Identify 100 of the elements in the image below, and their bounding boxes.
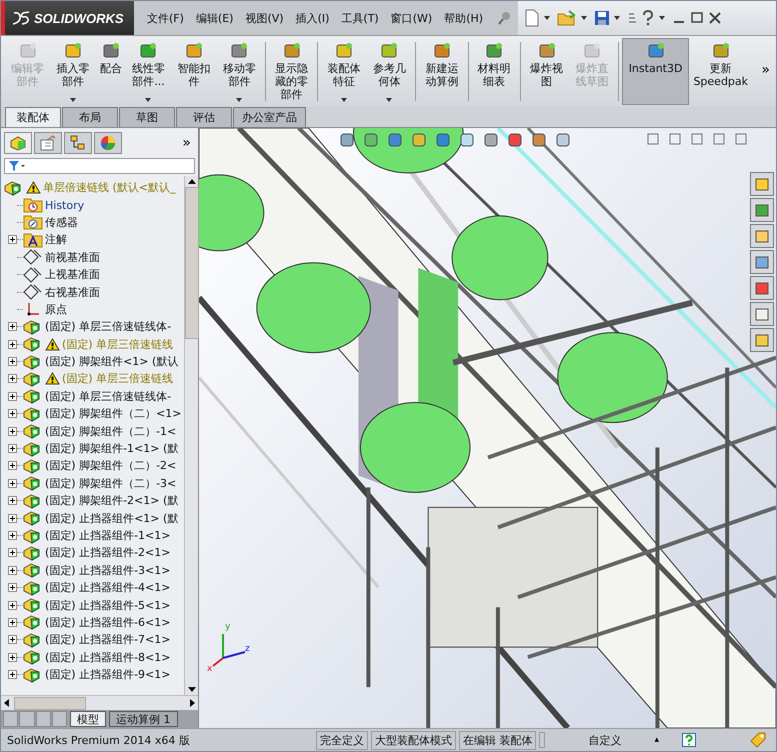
menu-item[interactable]: 文件(F) xyxy=(142,10,189,26)
expand-icon[interactable] xyxy=(8,566,17,575)
toolbar-button[interactable]: 移动零部件 xyxy=(216,38,262,105)
tree-item[interactable]: (固定) 脚架组件（二）-2< xyxy=(45,458,176,474)
scroll-left-icon[interactable] xyxy=(4,699,9,707)
caret-icon[interactable] xyxy=(70,98,76,102)
tab[interactable]: 办公室产品 xyxy=(233,107,306,127)
expand-icon[interactable] xyxy=(8,374,17,384)
tree-item[interactable]: (固定) 单层三倍速链线 xyxy=(62,371,174,386)
menu-item[interactable]: 视图(V) xyxy=(240,10,289,26)
help-icon[interactable] xyxy=(641,10,656,26)
scroll-right-icon[interactable] xyxy=(190,699,195,707)
expand-icon[interactable] xyxy=(8,618,17,627)
caret-icon[interactable] xyxy=(145,98,152,102)
expand-icon[interactable] xyxy=(8,409,17,418)
caret-icon[interactable] xyxy=(544,16,550,20)
filter-bar[interactable] xyxy=(4,158,195,174)
tree-item[interactable]: (固定) 止挡器组件-4<1> xyxy=(45,580,170,596)
toolbar-button[interactable]: 更新 Speedpak xyxy=(689,38,752,105)
tree-item[interactable]: (固定) 脚架组件<1> (默认 xyxy=(45,354,178,370)
tree-item[interactable]: (固定) 止挡器组件<1> (默 xyxy=(45,510,178,526)
property-manager-tab[interactable] xyxy=(34,132,62,154)
pin-icon[interactable] xyxy=(496,10,512,26)
tab[interactable]: 草图 xyxy=(119,107,175,127)
tree-item[interactable]: (固定) 止挡器组件-2<1> xyxy=(45,545,170,560)
expand-icon[interactable] xyxy=(8,496,17,506)
toolbar-button[interactable]: 智能扣件 xyxy=(171,38,217,105)
caret-icon[interactable] xyxy=(386,98,392,102)
tree-item[interactable]: (固定) 脚架组件（二）<1> xyxy=(45,406,182,422)
horizontal-scrollbar[interactable] xyxy=(1,695,198,710)
graphics-area[interactable]: x y z xyxy=(199,128,776,728)
expand-icon[interactable] xyxy=(8,444,17,454)
task-pane-tab[interactable] xyxy=(750,198,774,222)
expand-icon[interactable] xyxy=(8,635,17,644)
clipboard-icon[interactable] xyxy=(39,135,57,151)
configuration-manager-tab[interactable] xyxy=(64,132,92,154)
expand-icon[interactable] xyxy=(8,235,17,244)
tree-item[interactable]: 前视基准面 xyxy=(45,250,100,265)
tree-item[interactable]: (固定) 止挡器组件-5<1> xyxy=(45,598,170,613)
tree-item[interactable]: (固定) 止挡器组件-6<1> xyxy=(45,614,170,630)
scroll-down-icon[interactable] xyxy=(188,687,196,692)
filter-icon[interactable] xyxy=(8,160,26,172)
appearance-tab[interactable] xyxy=(94,132,122,154)
tree-item[interactable]: (固定) 脚架组件-1<1> (默 xyxy=(45,441,178,456)
expand-icon[interactable] xyxy=(8,478,17,488)
scroll-up-icon[interactable] xyxy=(188,179,196,184)
save-icon[interactable] xyxy=(594,10,610,26)
help-icon[interactable] xyxy=(682,733,696,747)
toolbar-button[interactable]: 爆炸视图 xyxy=(524,38,570,105)
task-pane-tab[interactable] xyxy=(750,250,774,274)
tag-icon[interactable] xyxy=(749,731,767,749)
tree-item[interactable]: (固定) 脚架组件-2<1> (默 xyxy=(45,493,178,508)
toolbar-button[interactable]: 配合 xyxy=(96,38,126,105)
task-pane-tab[interactable] xyxy=(750,172,774,196)
menu-item[interactable]: 插入(I) xyxy=(290,10,334,26)
tree-item[interactable]: 传感器 xyxy=(45,214,78,230)
expand-icon[interactable] xyxy=(8,600,17,610)
tree-item[interactable]: (固定) 单层三倍速链线体- xyxy=(45,319,172,334)
tree-item[interactable]: (固定) 单层三倍速链线 xyxy=(62,336,174,352)
feature-tree-tab[interactable] xyxy=(4,132,32,154)
expand-icon[interactable] xyxy=(8,340,17,349)
vertical-scrollbar[interactable] xyxy=(184,176,198,695)
more-tabs-button[interactable]: » xyxy=(182,135,195,151)
toolbar-button[interactable]: 显示隐藏的零部件 xyxy=(268,38,314,105)
expand-icon[interactable] xyxy=(8,583,17,592)
toolbar-button[interactable]: Instant3D xyxy=(622,38,690,105)
expand-icon[interactable] xyxy=(8,514,17,523)
caret-icon[interactable] xyxy=(581,16,588,20)
bottom-tab[interactable]: 模型 xyxy=(70,711,106,727)
task-pane-tab[interactable] xyxy=(750,328,774,352)
tree-item[interactable]: (固定) 止挡器组件-8<1> xyxy=(45,650,170,665)
tree-item[interactable]: History xyxy=(45,198,84,212)
maximize-icon[interactable] xyxy=(690,11,704,25)
toolbar-button[interactable]: 材料明细表 xyxy=(472,38,517,105)
expand-icon[interactable] xyxy=(8,531,17,540)
color-ball-icon[interactable] xyxy=(99,135,117,151)
task-pane-tab[interactable] xyxy=(750,302,774,326)
units-selector[interactable]: 自定义 xyxy=(548,732,652,748)
toolbar-button[interactable]: 参考几何体 xyxy=(366,38,412,105)
tab[interactable]: 布局 xyxy=(62,107,118,127)
caret-icon[interactable] xyxy=(614,16,620,20)
tree-item[interactable]: (固定) 止挡器组件-1<1> xyxy=(45,528,170,543)
tab[interactable]: 评估 xyxy=(176,107,232,127)
expand-icon[interactable] xyxy=(8,548,17,558)
hierarchy-icon[interactable] xyxy=(69,135,87,151)
tree-item[interactable]: (固定) 止挡器组件-9<1> xyxy=(45,667,170,682)
expand-icon[interactable] xyxy=(8,357,17,366)
menu-item[interactable]: 编辑(E) xyxy=(190,10,238,26)
tree-item[interactable]: 上视基准面 xyxy=(45,267,100,282)
tree-item[interactable]: 原点 xyxy=(45,302,67,317)
toolbar-button[interactable]: 线性零部件... xyxy=(126,38,172,105)
menu-item[interactable]: 窗口(W) xyxy=(386,10,438,26)
tree-item[interactable]: (固定) 脚架组件（二）-3< xyxy=(45,476,176,491)
caret-icon[interactable] xyxy=(341,98,348,102)
task-pane-tab[interactable] xyxy=(750,224,774,248)
tree-item[interactable]: (固定) 单层三倍速链线体- xyxy=(45,388,172,404)
expand-icon[interactable] xyxy=(8,426,17,436)
toolbar-button[interactable]: 装配体特征 xyxy=(321,38,367,105)
tree-item[interactable]: 右视基准面 xyxy=(45,284,100,300)
menu-item[interactable]: 工具(T) xyxy=(336,10,384,26)
